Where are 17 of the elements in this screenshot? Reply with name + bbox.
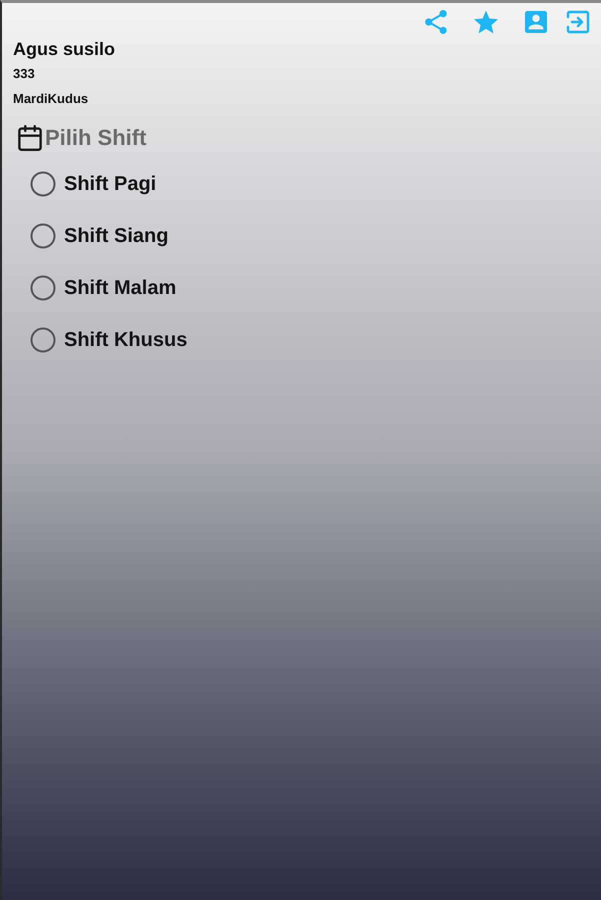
- radio-icon[interactable]: [30, 275, 56, 301]
- shift-radio-option[interactable]: Shift Pagi: [30, 171, 156, 197]
- radio-icon[interactable]: [30, 171, 56, 197]
- user-id: 333: [13, 66, 35, 82]
- section-title: Pilih Shift: [45, 125, 146, 151]
- user-location: MardiKudus: [13, 91, 88, 107]
- calendar-icon: [18, 125, 42, 151]
- shift-radio-option[interactable]: Shift Siang: [30, 223, 168, 249]
- user-name: Agus susilo: [13, 38, 116, 60]
- shift-radio-option[interactable]: Shift Khusus: [30, 327, 188, 353]
- login-icon[interactable]: [566, 10, 590, 34]
- radio-icon[interactable]: [30, 223, 56, 249]
- share-icon[interactable]: [424, 10, 448, 34]
- radio-icon[interactable]: [30, 327, 56, 353]
- star-icon[interactable]: [474, 10, 498, 34]
- shift-radio-option[interactable]: Shift Malam: [30, 275, 176, 301]
- contact-card-icon[interactable]: [525, 11, 547, 33]
